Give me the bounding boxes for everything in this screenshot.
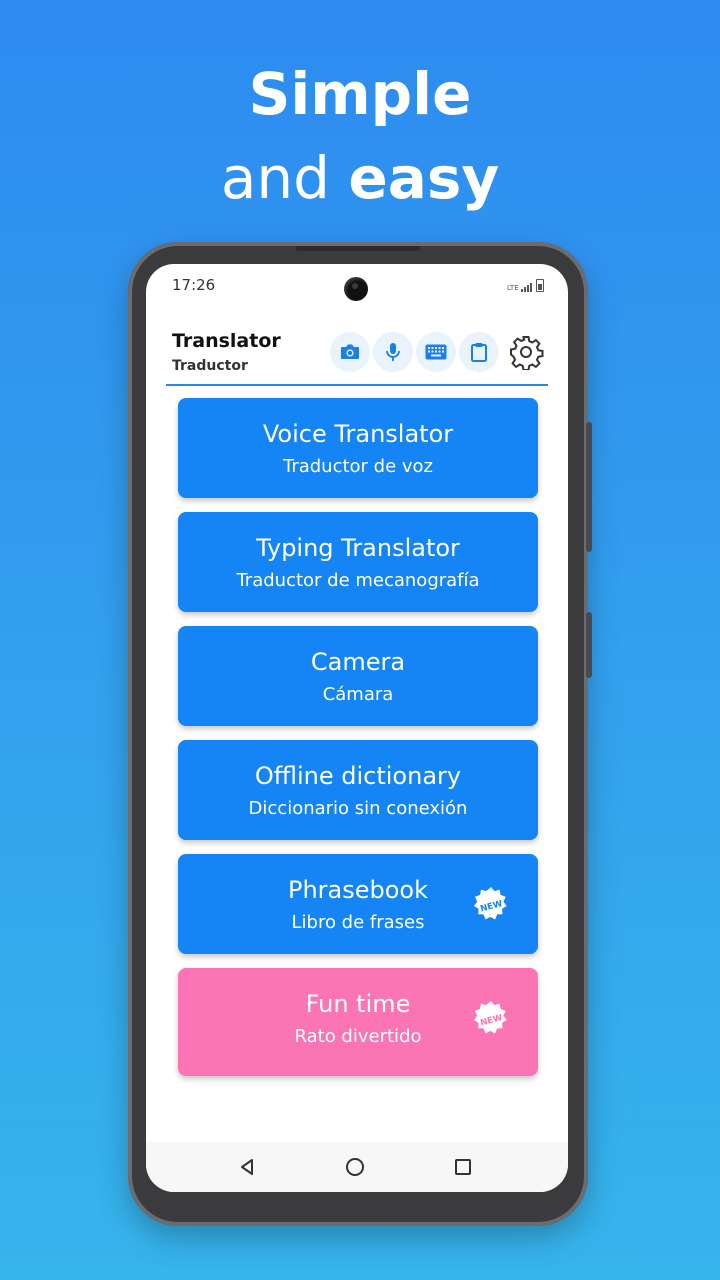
phone-screen: 17:26 LTE Translator Traductor Voice Tra… <box>146 264 568 1192</box>
menu-item-subtitle: Cámara <box>322 684 394 705</box>
new-badge-icon: NEW <box>473 1000 507 1034</box>
app-subtitle: Traductor <box>172 358 248 374</box>
voice-translator-button[interactable]: Voice Translator Traductor de voz <box>178 398 538 498</box>
status-bar: 17:26 LTE <box>146 264 568 310</box>
microphone-icon <box>386 343 400 361</box>
settings-button[interactable] <box>506 332 546 372</box>
menu-item-subtitle: Diccionario sin conexión <box>248 798 468 819</box>
status-time: 17:26 <box>172 276 216 294</box>
battery-icon <box>536 279 544 292</box>
camera-icon <box>341 344 359 359</box>
keyboard-icon <box>425 344 447 360</box>
phone-frame: 17:26 LTE Translator Traductor Voice Tra… <box>128 242 592 1226</box>
camera-action-button[interactable] <box>330 332 370 372</box>
offline-dictionary-button[interactable]: Offline dictionary Diccionario sin conex… <box>178 740 538 840</box>
power-button <box>586 612 592 678</box>
gear-icon <box>510 336 544 370</box>
headline-line-2: and easy <box>0 136 720 220</box>
fun-time-button[interactable]: Fun time Rato divertido NEW <box>178 968 538 1076</box>
phrasebook-button[interactable]: Phrasebook Libro de frases NEW <box>178 854 538 954</box>
headline-and: and <box>220 144 330 212</box>
menu-item-title: Camera <box>310 648 406 676</box>
recents-button[interactable] <box>450 1154 476 1180</box>
phone-speaker <box>296 246 420 251</box>
promo-headline: Simple and easy <box>0 52 720 220</box>
home-button[interactable] <box>342 1154 368 1180</box>
front-camera <box>344 277 368 301</box>
typing-translator-button[interactable]: Typing Translator Traductor de mecanogra… <box>178 512 538 612</box>
back-icon <box>241 1159 253 1175</box>
new-badge-icon: NEW <box>473 886 507 920</box>
keyboard-action-button[interactable] <box>416 332 456 372</box>
menu-item-subtitle: Traductor de voz <box>282 456 434 477</box>
headline-easy: easy <box>348 144 500 212</box>
back-button[interactable] <box>234 1154 260 1180</box>
system-nav-bar <box>146 1142 568 1192</box>
app-title: Translator <box>172 330 281 352</box>
lte-indicator: LTE <box>507 284 519 292</box>
clipboard-icon <box>471 343 487 362</box>
signal-icon <box>521 283 532 292</box>
menu-item-title: Voice Translator <box>262 420 454 448</box>
volume-button <box>586 422 592 552</box>
status-icons: LTE <box>507 276 544 292</box>
microphone-action-button[interactable] <box>373 332 413 372</box>
recents-icon <box>455 1159 471 1175</box>
app-header: Translator Traductor <box>166 326 548 386</box>
menu-item-subtitle: Traductor de mecanografía <box>236 570 480 591</box>
menu-item-title: Offline dictionary <box>254 762 462 790</box>
menu-item-title: Typing Translator <box>256 534 460 562</box>
headline-line-1: Simple <box>248 60 472 128</box>
clipboard-action-button[interactable] <box>459 332 499 372</box>
home-icon <box>346 1158 364 1176</box>
camera-button[interactable]: Camera Cámara <box>178 626 538 726</box>
